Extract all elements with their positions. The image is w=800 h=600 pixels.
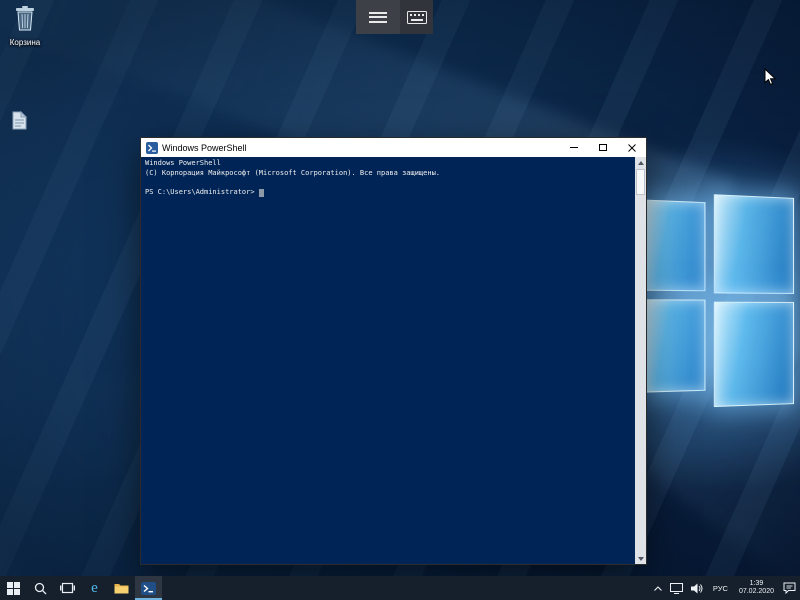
system-tray: РУС 1:39 07.02.2020 <box>650 576 800 600</box>
task-view-icon <box>60 582 75 594</box>
console-blank-line <box>145 178 630 188</box>
text-cursor <box>259 189 264 197</box>
action-center-button[interactable] <box>779 576 800 600</box>
console-prompt: PS C:\Users\Administrator> <box>145 188 255 198</box>
desktop: Корзина <box>0 0 800 600</box>
console-line-1: Windows PowerShell <box>145 159 630 169</box>
clock[interactable]: 1:39 07.02.2020 <box>734 576 779 600</box>
start-button[interactable] <box>0 576 27 600</box>
tray-expand-button[interactable] <box>650 576 666 600</box>
powershell-icon-small <box>141 581 156 596</box>
window-controls <box>559 138 646 157</box>
close-button[interactable] <box>617 138 646 157</box>
action-center-icon <box>783 582 796 594</box>
volume-icon <box>691 583 703 594</box>
minimize-button[interactable] <box>559 138 588 157</box>
task-view-button[interactable] <box>54 576 81 600</box>
document-icon <box>11 111 28 130</box>
recycle-bin-icon <box>12 4 38 32</box>
titlebar[interactable]: Windows PowerShell <box>141 138 646 157</box>
vm-toolbar <box>356 0 433 34</box>
desktop-icon-document[interactable] <box>2 111 36 135</box>
taskbar: e <box>0 576 800 600</box>
powershell-window: Windows PowerShell Windows PowerShell (C… <box>140 137 647 565</box>
network-button[interactable] <box>666 576 687 600</box>
triangle-up-icon <box>638 161 644 165</box>
scroll-up-button[interactable] <box>635 157 646 168</box>
chevron-up-icon <box>654 586 662 591</box>
ie-button[interactable]: e <box>81 576 108 600</box>
triangle-down-icon <box>638 557 644 561</box>
menu-icon <box>369 9 387 25</box>
window-title: Windows PowerShell <box>162 143 247 153</box>
language-indicator[interactable]: РУС <box>707 576 734 600</box>
scroll-down-button[interactable] <box>635 553 646 564</box>
keyboard-button[interactable] <box>400 0 433 34</box>
console-line-2: (C) Корпорация Майкрософт (Microsoft Cor… <box>145 169 630 179</box>
recycle-bin-label: Корзина <box>1 38 49 47</box>
mouse-cursor <box>764 68 777 87</box>
scrollbar[interactable] <box>635 157 646 564</box>
console-prompt-line: PS C:\Users\Administrator> <box>145 188 630 198</box>
windows-logo-icon <box>7 582 20 595</box>
clock-time: 1:39 <box>750 580 764 589</box>
desktop-icon-recycle-bin[interactable]: Корзина <box>1 4 49 47</box>
scrollbar-thumb[interactable] <box>636 169 645 195</box>
powershell-taskbar-button[interactable] <box>135 576 162 600</box>
network-icon <box>670 583 683 594</box>
file-explorer-button[interactable] <box>108 576 135 600</box>
volume-button[interactable] <box>687 576 707 600</box>
powershell-icon <box>146 142 158 154</box>
folder-icon <box>114 582 129 594</box>
minimize-icon <box>570 147 578 148</box>
console[interactable]: Windows PowerShell (C) Корпорация Майкро… <box>141 157 646 564</box>
search-icon <box>34 582 47 595</box>
search-button[interactable] <box>27 576 54 600</box>
maximize-button[interactable] <box>588 138 617 157</box>
clock-date: 07.02.2020 <box>739 588 774 597</box>
internet-explorer-icon: e <box>91 581 98 596</box>
keyboard-icon <box>407 11 427 24</box>
menu-button[interactable] <box>356 0 400 34</box>
close-icon <box>628 144 636 152</box>
maximize-icon <box>599 144 607 151</box>
